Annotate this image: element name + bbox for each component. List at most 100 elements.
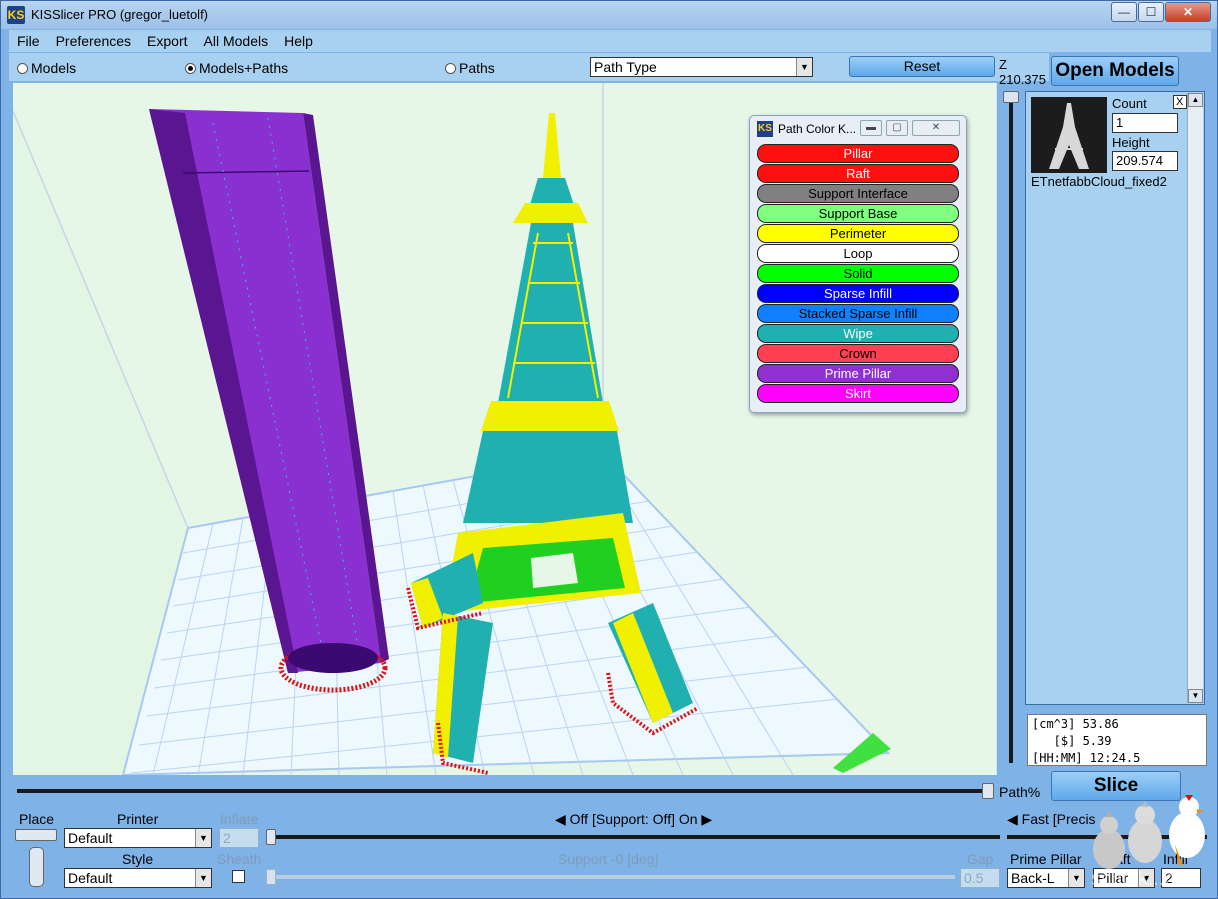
scroll-up-icon[interactable]: ▲ bbox=[1188, 93, 1203, 107]
place-slider[interactable] bbox=[15, 829, 57, 841]
legend-item-support-base[interactable]: Support Base bbox=[757, 204, 959, 223]
support-mode-toggle[interactable]: ◀ Off [Support: Off] On ▶ bbox=[555, 811, 712, 828]
chevron-down-icon: ▼ bbox=[195, 869, 211, 887]
open-models-button[interactable]: Open Models bbox=[1051, 56, 1179, 86]
inflate-label: Inflate bbox=[220, 811, 259, 827]
vertical-place-slider[interactable] bbox=[29, 847, 44, 887]
print-stats: [cm^3] 53.86 [$] 5.39 [HH:MM] 12:24.5 bbox=[1027, 714, 1207, 766]
style-value: Default bbox=[68, 870, 113, 886]
path-type-value: Path Type bbox=[594, 59, 657, 75]
chicken-mascots-icon: schulk...ch bbox=[1091, 795, 1205, 890]
path-percent-label: Path% bbox=[999, 784, 1041, 800]
radio-models-paths[interactable]: Models+Paths bbox=[185, 60, 288, 76]
printer-value: Default bbox=[68, 830, 113, 846]
menu-export[interactable]: Export bbox=[139, 30, 195, 52]
speed-label: Fast [Precis bbox=[1021, 811, 1096, 827]
legend-item-loop[interactable]: Loop bbox=[757, 244, 959, 263]
menu-bar: File Preferences Export All Models Help bbox=[9, 30, 1211, 52]
menu-all-models[interactable]: All Models bbox=[196, 30, 277, 52]
support-angle-label: Support -0 [deg] bbox=[558, 851, 659, 867]
printer-select[interactable]: Default ▼ bbox=[64, 828, 212, 848]
legend-item-solid[interactable]: Solid bbox=[757, 264, 959, 283]
reset-button[interactable]: Reset bbox=[849, 56, 995, 77]
legend-minimize-icon[interactable]: ▬ bbox=[860, 120, 882, 136]
height-input[interactable]: 209.574 bbox=[1112, 151, 1178, 171]
legend-item-skirt[interactable]: Skirt bbox=[757, 384, 959, 403]
stat-cost: [$] 5.39 bbox=[1032, 734, 1112, 748]
model-name: ETnetfabbCloud_fixed2 bbox=[1031, 174, 1167, 189]
inflate-input[interactable]: 2 bbox=[219, 828, 259, 848]
remove-model-button[interactable]: X bbox=[1173, 95, 1187, 109]
printer-label: Printer bbox=[117, 811, 159, 827]
path-color-legend-window[interactable]: KS Path Color K... ▬ ▢ ✕ Pillar Raft Suppo… bbox=[749, 115, 967, 413]
stat-time: [HH:MM] 12:24.5 bbox=[1032, 751, 1141, 765]
radio-paths-label: Paths bbox=[459, 60, 495, 76]
chevron-down-icon: ▼ bbox=[195, 829, 211, 847]
path-percent-track[interactable] bbox=[17, 789, 991, 793]
support-angle-thumb[interactable] bbox=[266, 869, 276, 885]
legend-item-support-interface[interactable]: Support Interface bbox=[757, 184, 959, 203]
view-toolbar: Models Models+Paths Paths Path Type ▼ Re… bbox=[9, 53, 1049, 81]
count-label: Count bbox=[1112, 96, 1147, 111]
menu-preferences[interactable]: Preferences bbox=[48, 30, 139, 52]
support-thumb[interactable] bbox=[266, 829, 276, 845]
window-title: KISSlicer PRO (gregor_luetolf) bbox=[31, 7, 209, 22]
menu-help[interactable]: Help bbox=[276, 30, 321, 52]
legend-maximize-icon[interactable]: ▢ bbox=[886, 120, 908, 136]
gap-input[interactable]: 0.5 bbox=[960, 868, 1000, 888]
legend-item-wipe[interactable]: Wipe bbox=[757, 324, 959, 343]
legend-title: Path Color K... bbox=[778, 122, 857, 136]
z-readout: Z 210.375 bbox=[999, 57, 1046, 87]
legend-item-prime-pillar[interactable]: Prime Pillar bbox=[757, 364, 959, 383]
radio-indicator-icon bbox=[445, 63, 456, 74]
radio-models-paths-label: Models+Paths bbox=[199, 60, 289, 76]
path-percent-thumb[interactable] bbox=[982, 783, 994, 799]
style-select[interactable]: Default ▼ bbox=[64, 868, 212, 888]
gap-label: Gap bbox=[967, 851, 994, 867]
prime-pillar-label: Prime Pillar bbox=[1010, 851, 1082, 867]
title-bar[interactable]: KS KISSlicer PRO (gregor_luetolf) — ☐ ✕ bbox=[1, 1, 1217, 29]
z-value: 210.375 bbox=[999, 72, 1046, 87]
menu-file[interactable]: File bbox=[9, 30, 48, 52]
radio-indicator-icon bbox=[17, 63, 28, 74]
legend-item-pillar[interactable]: Pillar bbox=[757, 144, 959, 163]
height-label: Height bbox=[1112, 135, 1150, 150]
maximize-button[interactable]: ☐ bbox=[1138, 2, 1164, 22]
minimize-button[interactable]: — bbox=[1111, 2, 1137, 22]
support-track[interactable] bbox=[267, 835, 1000, 839]
close-button[interactable]: ✕ bbox=[1165, 2, 1211, 22]
support-mode-label: Off [Support: Off] On bbox=[569, 811, 698, 827]
z-layer-slider[interactable] bbox=[1002, 91, 1020, 771]
z-label: Z bbox=[999, 57, 1007, 72]
watermark-text: schulk...ch bbox=[1091, 868, 1185, 890]
z-slider-track bbox=[1009, 103, 1013, 763]
app-window: KS KISSlicer PRO (gregor_luetolf) — ☐ ✕ … bbox=[0, 0, 1218, 899]
scroll-down-icon[interactable]: ▼ bbox=[1188, 689, 1203, 703]
legend-item-sparse-infill[interactable]: Sparse Infill bbox=[757, 284, 959, 303]
legend-item-raft[interactable]: Raft bbox=[757, 164, 959, 183]
count-input[interactable]: 1 bbox=[1112, 113, 1178, 133]
stat-volume: [cm^3] 53.86 bbox=[1032, 717, 1119, 731]
model-thumbnail bbox=[1031, 97, 1107, 173]
z-slider-thumb[interactable] bbox=[1003, 91, 1019, 103]
radio-paths[interactable]: Paths bbox=[445, 60, 495, 76]
place-label: Place bbox=[19, 811, 55, 827]
sheath-label: Sheath bbox=[217, 851, 262, 867]
eiffel-tower-icon bbox=[1049, 103, 1089, 169]
radio-models-label: Models bbox=[31, 60, 77, 76]
app-logo-icon: KS bbox=[7, 6, 25, 24]
radio-models[interactable]: Models bbox=[17, 60, 76, 76]
prime-pillar-value: Back-L bbox=[1011, 870, 1055, 886]
legend-item-stacked-sparse-infill[interactable]: Stacked Sparse Infill bbox=[757, 304, 959, 323]
radio-selected-icon bbox=[185, 63, 196, 74]
path-type-select[interactable]: Path Type ▼ bbox=[590, 57, 813, 77]
legend-item-crown[interactable]: Crown bbox=[757, 344, 959, 363]
prime-pillar-select[interactable]: Back-L ▼ bbox=[1007, 868, 1085, 888]
model-list-scrollbar[interactable]: ▲ ▼ bbox=[1187, 93, 1203, 703]
model-card[interactable]: Count 1 Height 209.574 ETnetfabbCloud_fi… bbox=[1029, 95, 1187, 191]
support-angle-track[interactable] bbox=[267, 875, 955, 879]
legend-close-icon[interactable]: ✕ bbox=[912, 120, 960, 136]
sheath-checkbox[interactable] bbox=[232, 870, 245, 883]
legend-item-perimeter[interactable]: Perimeter bbox=[757, 224, 959, 243]
speed-mode-toggle[interactable]: ◀ Fast [Precis bbox=[1007, 811, 1096, 828]
